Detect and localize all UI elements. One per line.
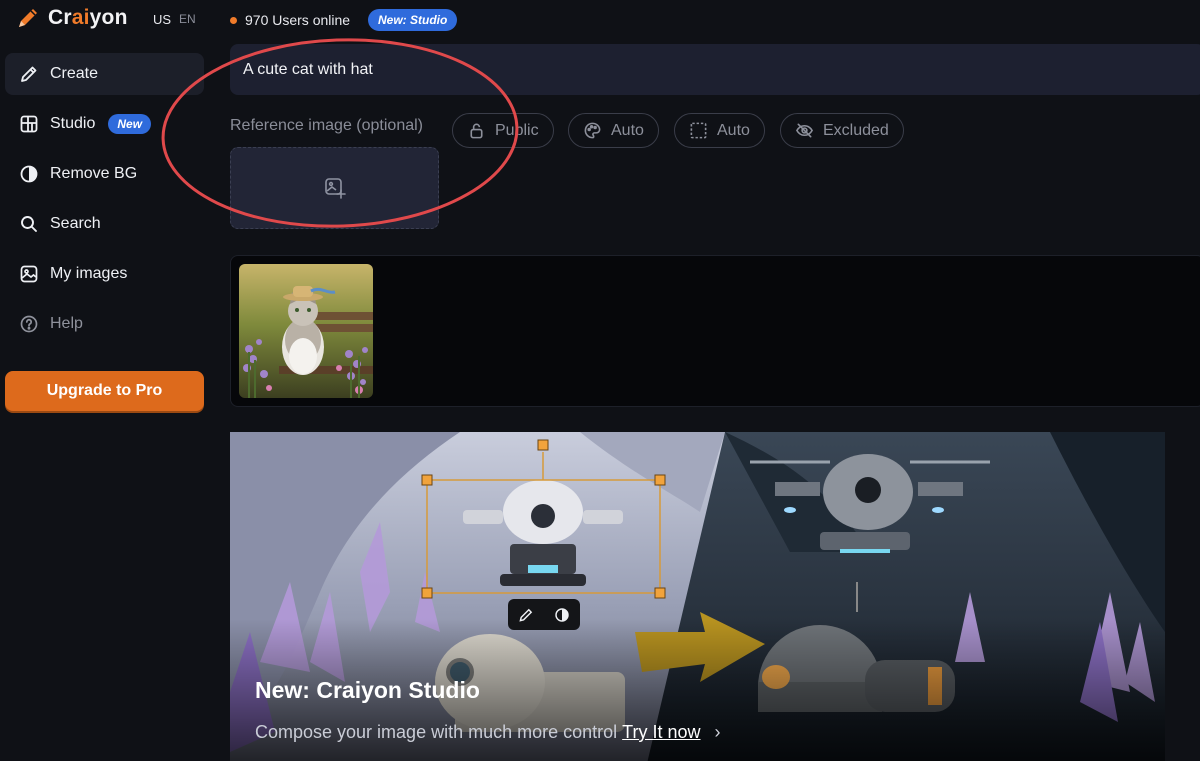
sidebar-item-label: My images [50, 265, 128, 282]
sidebar-item-label: Remove BG [50, 165, 138, 182]
aspect-ratio-label: Auto [717, 121, 750, 139]
chevron-right-icon: › [714, 722, 721, 742]
logo-text: Craiyon [48, 6, 128, 29]
visibility-label: Public [495, 121, 539, 139]
try-it-now-link[interactable]: Try It now [622, 722, 700, 743]
half-circle-icon [555, 607, 569, 622]
online-dot-icon [230, 16, 237, 24]
image-icon [20, 265, 38, 283]
result-panel [230, 255, 1200, 407]
studio-grid-icon [20, 115, 38, 133]
half-circle-icon [20, 165, 38, 183]
prompt-input[interactable]: A cute cat with hat [230, 44, 1200, 95]
eye-off-icon [795, 123, 814, 138]
negative-prompt-label: Excluded [823, 121, 889, 139]
palette-icon [584, 122, 601, 139]
generated-image-thumbnail[interactable] [239, 264, 373, 398]
new-studio-badge[interactable]: New: Studio [368, 9, 458, 31]
new-badge: New [108, 114, 152, 134]
search-icon [21, 216, 37, 232]
sidebar-item-remove-bg[interactable]: Remove BG [5, 153, 204, 195]
sidebar-item-label: Search [50, 215, 101, 232]
studio-mini-toolbar [508, 599, 580, 630]
pencil-icon [21, 66, 37, 82]
lock-icon [470, 123, 483, 139]
style-pill[interactable]: Auto [568, 113, 659, 148]
sidebar-item-label: Help [50, 315, 83, 332]
studio-promo-image [230, 432, 1165, 761]
pencil-icon [519, 608, 533, 622]
sidebar-item-help[interactable]: Help [5, 303, 204, 345]
banner-subtitle-text: Compose your image with much more contro… [255, 722, 618, 742]
lang-us[interactable]: US [153, 12, 171, 27]
sidebar-item-search[interactable]: Search [5, 203, 204, 245]
reference-image-label: Reference image (optional) [230, 117, 423, 134]
dashed-square-icon [690, 122, 707, 139]
add-image-icon [324, 178, 346, 199]
sidebar-item-studio[interactable]: Studio New [5, 103, 204, 145]
aspect-ratio-pill[interactable]: Auto [674, 113, 765, 148]
users-online-text: 970 Users online [245, 12, 351, 28]
sidebar-item-label: Studio [50, 115, 96, 132]
visibility-pill[interactable]: Public [452, 113, 554, 148]
pencil-logo-icon [19, 9, 37, 27]
lang-en[interactable]: EN [179, 12, 196, 26]
style-label: Auto [611, 121, 644, 139]
banner-title: New: Craiyon Studio [255, 677, 480, 703]
sidebar-item-my-images[interactable]: My images [5, 253, 204, 295]
banner-subtitle: Compose your image with much more contro… [255, 722, 721, 743]
help-icon [20, 315, 38, 333]
upgrade-to-pro-button[interactable]: Upgrade to Pro [5, 371, 204, 411]
craiyon-logo[interactable]: Craiyon [16, 6, 128, 30]
studio-promo-banner[interactable]: New: Craiyon Studio Compose your image w… [230, 432, 1165, 761]
users-online: 970 Users online [230, 12, 350, 28]
reference-image-upload[interactable] [230, 147, 439, 229]
sidebar-item-create[interactable]: Create [5, 53, 204, 95]
sidebar-item-label: Create [50, 65, 99, 82]
negative-prompt-pill[interactable]: Excluded [780, 113, 904, 148]
